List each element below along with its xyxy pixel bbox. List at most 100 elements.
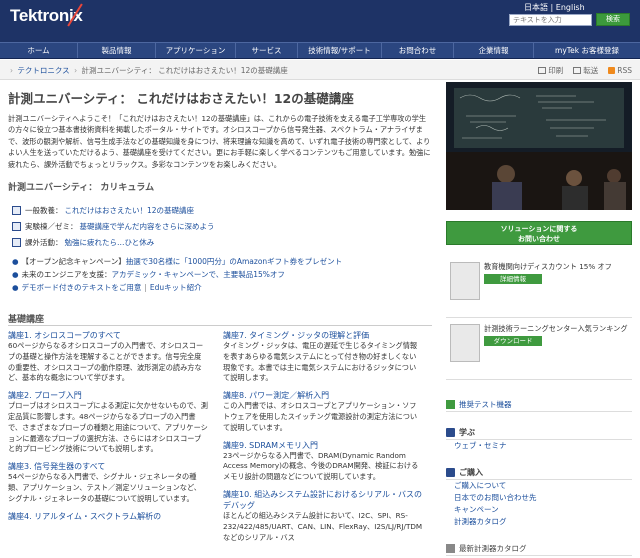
lecture-column-right: 講座7. タイミング・ジッタの理解と評価 タイミング・ジッタは、電圧の遅延で生じ… [223, 330, 423, 549]
lecture-item: 講座3. 信号発生器のすべて 54ページからなる入門書で、シグナル・ジェネレータ… [8, 461, 208, 504]
separator: | [144, 283, 147, 292]
search-box [509, 14, 592, 26]
lecture-item: 講座2. プローブ入門 プローブはオシロスコープによる測定に欠かせないもので、測… [8, 390, 208, 455]
lecture-title[interactable]: 講座1. オシロスコープのすべて [8, 330, 208, 341]
promo-text: 計測技術ラーニングセンター入気ランキング ダウンロード [484, 324, 630, 346]
purchase-title: ご購入 [459, 468, 483, 477]
purchase-section: ご購入 ご購入について 日本でのお問い合わせ先 キャンペーン 計測器カタログ [446, 466, 632, 528]
curriculum-link[interactable]: 基礎講座で学んだ内容をさらに深めよう [80, 221, 215, 232]
lecture-item: 講座4. リアルタイム・スペクトラム解析の [8, 511, 208, 522]
promo-line: ● デモボード付きのテキストをご用意 | Eduキット紹介 [12, 281, 342, 294]
lecture-title[interactable]: 講座4. リアルタイム・スペクトラム解析の [8, 511, 208, 522]
webinar-link[interactable]: ウェブ・セミナ [446, 440, 632, 452]
lecture-title[interactable]: 講座10. 組込みシステム設計におけるシリアル・バスのデバッグ [223, 489, 423, 511]
curriculum-item: 課外活動： 勉強に疲れたら…ひと休み [12, 234, 215, 250]
page-tools: 印刷 転送 RSS [538, 65, 632, 76]
lecture-title[interactable]: 講座3. 信号発生器のすべて [8, 461, 208, 472]
purchase-link[interactable]: キャンペーン [446, 504, 632, 516]
promo-link[interactable]: アカデミック・キャンペーンで、主要製品15%オフ [112, 270, 285, 279]
breadcrumb-current: 計測ユニバーシティ： これだけはおさえたい！12の基礎講座 [81, 66, 288, 75]
promo-link[interactable]: 抽選で30名様に「1000円分」のAmazonギフト券をプレゼント [126, 257, 342, 266]
hero-photo [446, 82, 632, 210]
nav-home[interactable]: ホーム [0, 43, 78, 58]
purchase-link[interactable]: 日本でのお問い合わせ先 [446, 492, 632, 504]
curriculum-label: 課外活動： [25, 237, 63, 247]
promo-ranking: 計測技術ラーニングセンター入気ランキング ダウンロード [446, 320, 632, 380]
curriculum-heading: 計測ユニバーシティ： カリキュラム [8, 183, 155, 193]
breadcrumb-home[interactable]: テクトロニクス [17, 66, 69, 75]
promo-desc: 計測技術ラーニングセンター入気ランキング [484, 324, 628, 333]
nav-company[interactable]: 企業情報 [454, 43, 534, 58]
promo-link[interactable]: Eduキット紹介 [150, 283, 202, 292]
rss-label: RSS [617, 66, 632, 75]
lecture-item: 講座10. 組込みシステム設計におけるシリアル・バスのデバッグ ほとんどの組込み… [223, 489, 423, 543]
solution-inquiry-button[interactable]: ソリューションに関する お問い合わせ [446, 221, 632, 245]
purchase-link[interactable]: ご購入について [446, 480, 632, 492]
recommended-equipment[interactable]: 推奨テスト機器 [446, 398, 632, 412]
lecture-title[interactable]: 講座9. SDRAMメモリ入門 [223, 440, 423, 451]
main-content: 計測ユニバーシティ： これだけはおさえたい！12の基礎講座 計測ユニバーシティへ… [0, 82, 438, 558]
promo-text: 【オープン記念キャンペーン】 [21, 257, 126, 266]
rss-icon [608, 67, 616, 74]
lecture-desc: 23ページからなる入門書で、DRAM(Dynamic Random Access… [223, 450, 419, 482]
section-divider [8, 325, 432, 326]
details-button[interactable]: 詳細情報 [484, 274, 542, 284]
send-tool[interactable]: 転送 [573, 65, 598, 76]
lecture-item: 講座1. オシロスコープのすべて 60ページからなるオシロスコープの入門書で、オ… [8, 330, 208, 384]
lecture-title[interactable]: 講座7. タイミング・ジッタの理解と評価 [223, 330, 423, 341]
curriculum-link[interactable]: これだけはおさえたい！12の基礎講座 [65, 205, 195, 216]
lecture-item: 講座9. SDRAMメモリ入門 23ページからなる入門書で、DRAM(Dynam… [223, 440, 423, 483]
lecture-desc: プローブはオシロスコープによる測定に欠かせないもので、測定品質に影響します。48… [8, 401, 208, 454]
nav-mytek[interactable]: myTek お客様登録 [534, 43, 640, 58]
promo-desc: 教育機関向けディスカウント 15% オフ [484, 262, 612, 271]
promo-line: ● 未来のエンジニアを支援：アカデミック・キャンペーンで、主要製品15%オフ [12, 268, 342, 281]
download-button[interactable]: ダウンロード [484, 336, 542, 346]
print-tool[interactable]: 印刷 [538, 65, 563, 76]
lecture-desc: 54ページからなる入門書で、シグナル・ジェネレータの種類、アプリケーション、テス… [8, 472, 201, 503]
site-header: Tektronix 日本語 | English 検索 [0, 0, 640, 42]
lecture-desc: タイミング・ジッタは、電圧の遅延で生じるタイミング情報を表すあらゆる電気システム… [223, 341, 418, 383]
search-input[interactable] [510, 15, 591, 25]
nav-contact[interactable]: お問合わせ [382, 43, 454, 58]
search-button[interactable]: 検索 [596, 13, 630, 26]
lecture-title[interactable]: 講座8. パワー測定／解析入門 [223, 390, 423, 401]
catalog-label: 最新計測器カタログ [459, 544, 527, 553]
lecture-column-left: 講座1. オシロスコープのすべて 60ページからなるオシロスコープの入門書で、オ… [8, 330, 208, 528]
nav-applications[interactable]: アプリケーション [156, 43, 236, 58]
book-stack-image [450, 262, 480, 300]
learn-section: 学ぶ ウェブ・セミナ [446, 426, 632, 452]
classroom-illustration [446, 82, 632, 210]
page-title: 計測ユニバーシティ： これだけはおさえたい！12の基礎講座 [8, 91, 354, 106]
activity-icon [12, 237, 21, 247]
catalog-icon [446, 544, 455, 553]
breadcrumb-separator: › [10, 66, 13, 75]
document-image [450, 324, 480, 362]
nav-support[interactable]: 技術情報/サポート [298, 43, 382, 58]
lecture-desc: ほとんどの組込みシステム設計において、I2C、SPI、RS-232/422/48… [223, 510, 423, 542]
nav-service[interactable]: サービス [236, 43, 298, 58]
recommended-label: 推奨テスト機器 [459, 400, 512, 409]
bullet-icon: ● [12, 283, 19, 292]
bullet-icon: ● [12, 270, 19, 279]
catalog-banner[interactable]: 最新計測器カタログ [446, 542, 632, 556]
purchase-link[interactable]: 計測器カタログ [446, 516, 632, 528]
cart-icon [446, 468, 455, 477]
bullet-icon: ● [12, 257, 19, 266]
print-icon [538, 67, 547, 74]
lecture-title[interactable]: 講座2. プローブ入門 [8, 390, 208, 401]
book-icon [12, 205, 21, 215]
print-label: 印刷 [548, 66, 564, 75]
sidebar: ソリューションに関する お問い合わせ 教育機関向けディスカウント 15% オフ … [446, 82, 632, 558]
language-switch[interactable]: 日本語 | English [524, 2, 585, 13]
lecture-item: 講座7. タイミング・ジッタの理解と評価 タイミング・ジッタは、電圧の遅延で生じ… [223, 330, 423, 384]
send-label: 転送 [583, 66, 599, 75]
promo-discount: 教育機関向けディスカウント 15% オフ 詳細情報 [446, 258, 632, 318]
promo-line: ● 【オープン記念キャンペーン】抽選で30名様に「1000円分」のAmazonギフ… [12, 255, 342, 268]
rss-tool[interactable]: RSS [608, 65, 632, 76]
lecture-item: 講座8. パワー測定／解析入門 この入門書では、オシロスコープとアプリケーション… [223, 390, 423, 433]
promo-link[interactable]: デモボード付きのテキストをご用意 [22, 283, 142, 292]
learn-icon [446, 428, 455, 437]
curriculum-link[interactable]: 勉強に疲れたら…ひと休み [65, 237, 155, 248]
nav-products[interactable]: 製品情報 [78, 43, 156, 58]
main-nav: ホーム 製品情報 アプリケーション サービス 技術情報/サポート お問合わせ 企… [0, 42, 640, 59]
